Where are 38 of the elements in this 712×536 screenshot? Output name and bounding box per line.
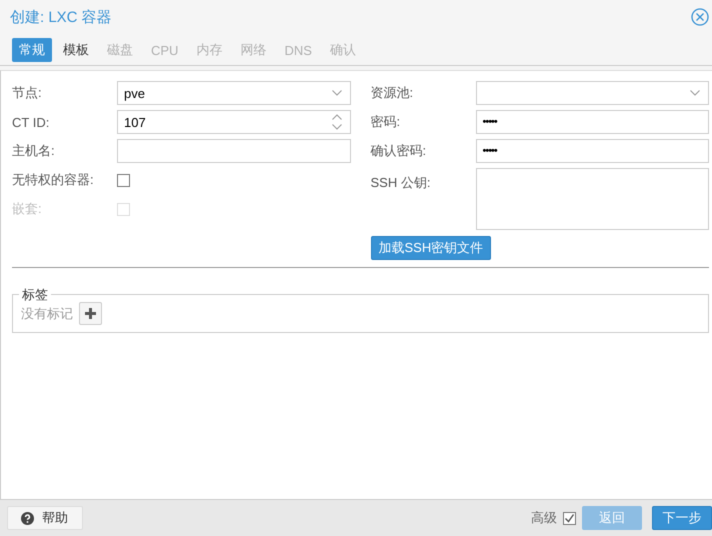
chevron-down-icon: [332, 90, 342, 96]
field-label: 主机名:: [12, 142, 56, 160]
tags-legend: 标签: [19, 286, 51, 304]
no-tags-text: 没有标记: [21, 304, 73, 322]
spinner-arrows-icon[interactable]: [332, 114, 342, 130]
dropdown-field[interactable]: pve: [117, 81, 350, 105]
ssh-key-field[interactable]: [476, 168, 709, 230]
field-label: CT ID:: [12, 114, 50, 130]
field-value: •••••: [482, 116, 498, 128]
chevron-down-icon: [690, 90, 700, 96]
field-value: 107: [124, 114, 147, 130]
field-label: 节点:: [12, 84, 43, 102]
advanced-checkbox[interactable]: [563, 512, 576, 524]
field-label: 嵌套:: [12, 200, 43, 218]
advanced-label: 高级: [531, 509, 557, 527]
password-field[interactable]: •••••: [476, 110, 709, 134]
hostname-field[interactable]: [117, 139, 350, 163]
tab[interactable]: 常规: [12, 38, 52, 62]
help-icon: [21, 512, 34, 524]
close-icon[interactable]: [691, 8, 709, 26]
field-value: pve: [124, 86, 146, 100]
number-field[interactable]: 107: [117, 110, 350, 134]
field-value: •••••: [482, 145, 498, 157]
field-label: SSH 公钥:: [370, 174, 432, 192]
load-ssh-key-button[interactable]: 加载SSH密钥文件: [370, 236, 492, 260]
add-tag-button[interactable]: [79, 302, 102, 325]
checkbox[interactable]: [117, 174, 130, 186]
field-label: 确认密码:: [370, 142, 428, 160]
window-title: 创建: LXC 容器: [10, 8, 113, 26]
field-label: 资源池:: [370, 84, 414, 102]
help-button[interactable]: 帮助: [7, 506, 83, 530]
field-label: 密码:: [370, 113, 402, 131]
dropdown-field[interactable]: [476, 81, 709, 105]
password-field[interactable]: •••••: [476, 139, 709, 163]
tab[interactable]: 模板: [56, 38, 96, 62]
next-button[interactable]: 下一步: [652, 506, 712, 530]
plus-icon: [85, 308, 96, 319]
field-label: 无特权的容器:: [12, 171, 95, 189]
